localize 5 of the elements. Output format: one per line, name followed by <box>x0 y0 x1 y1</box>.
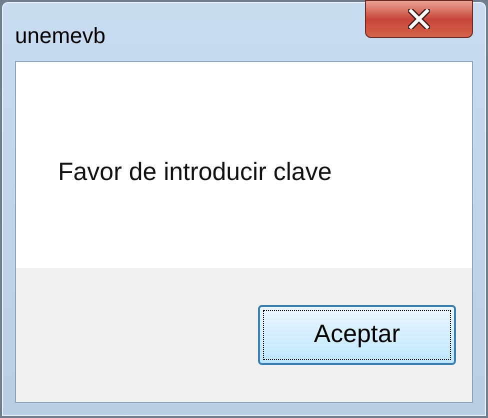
accept-button[interactable]: Aceptar <box>258 305 456 365</box>
window-title: unemevb <box>15 22 106 50</box>
close-button[interactable] <box>365 0 473 38</box>
close-icon <box>408 9 430 29</box>
message-text: Favor de introducir clave <box>58 157 332 188</box>
